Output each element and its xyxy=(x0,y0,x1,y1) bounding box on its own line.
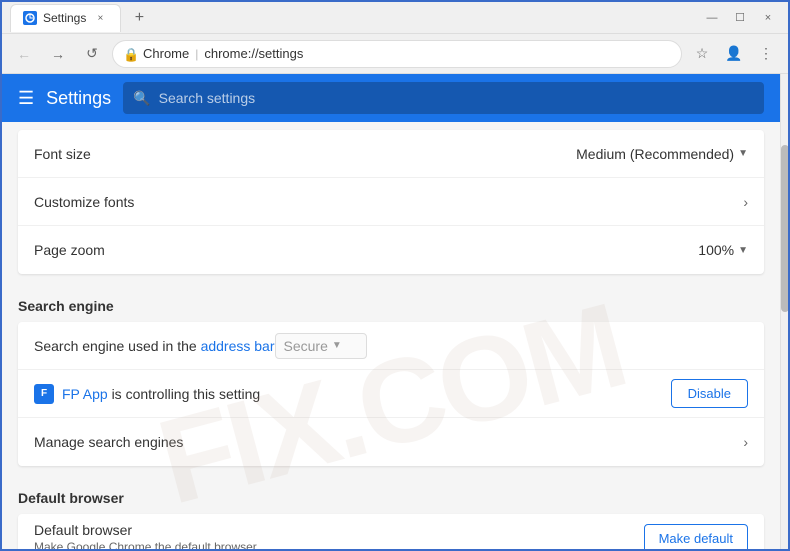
tab-favicon xyxy=(23,11,37,25)
url-path: chrome://settings xyxy=(204,46,303,61)
active-tab[interactable]: Settings × xyxy=(10,4,121,32)
page-zoom-chevron-icon: ▼ xyxy=(738,245,748,256)
url-divider: | xyxy=(195,47,198,61)
settings-page-title: Settings xyxy=(46,88,111,109)
page-zoom-value: 100% xyxy=(698,242,734,258)
search-engine-value-dropdown[interactable]: Secure ▼ xyxy=(275,333,367,359)
tab-close-btn[interactable]: × xyxy=(92,10,108,26)
tab-title: Settings xyxy=(43,11,86,25)
address-bar: ← → ↺ 🔒 Chrome | chrome://settings ☆ 👤 ⋮ xyxy=(2,34,788,74)
customize-fonts-arrow-icon: › xyxy=(743,194,748,210)
font-size-chevron-icon: ▼ xyxy=(738,148,748,159)
hamburger-menu-button[interactable]: ☰ xyxy=(18,88,34,109)
customize-fonts-label: Customize fonts xyxy=(34,194,743,210)
used-label-text: Search engine used in the xyxy=(34,338,197,354)
reload-button[interactable]: ↺ xyxy=(78,40,106,68)
font-size-label: Font size xyxy=(34,146,576,162)
settings-top-bar: ☰ Settings 🔍 xyxy=(2,74,780,122)
chrome-menu-button[interactable]: ⋮ xyxy=(752,40,780,68)
address-right-controls: ☆ 👤 ⋮ xyxy=(688,40,780,68)
url-site: Chrome xyxy=(143,46,189,61)
fp-app-text: FP App is controlling this setting xyxy=(62,386,260,402)
fp-app-icon: F xyxy=(34,384,54,404)
search-engine-chevron-icon: ▼ xyxy=(332,340,342,351)
fp-app-link[interactable]: FP App xyxy=(62,386,108,402)
font-size-row: Font size Medium (Recommended) ▼ xyxy=(18,130,764,178)
default-browser-description: Make Google Chrome the default browser xyxy=(34,540,644,549)
app-body: ☰ Settings 🔍 FIX.COM Font xyxy=(2,74,788,549)
page-zoom-dropdown[interactable]: 100% ▼ xyxy=(698,242,748,258)
maximize-button[interactable]: ☐ xyxy=(728,6,752,30)
search-engine-section: Search engine used in the address bar Se… xyxy=(18,322,764,466)
search-engine-used-row: Search engine used in the address bar Se… xyxy=(18,322,764,370)
address-bar-link[interactable]: address bar xyxy=(201,338,275,354)
title-bar: Settings × + — ☐ × xyxy=(2,2,788,34)
scrollbar-track[interactable] xyxy=(780,74,788,549)
bookmark-button[interactable]: ☆ xyxy=(688,40,716,68)
default-browser-title: Default browser xyxy=(34,522,644,538)
back-button[interactable]: ← xyxy=(10,40,38,68)
default-browser-section: Default browser Make Google Chrome the d… xyxy=(18,514,764,549)
window-frame: Settings × + — ☐ × ← → ↺ 🔒 Chrome | chro… xyxy=(0,0,790,551)
page-zoom-label: Page zoom xyxy=(34,242,698,258)
forward-button[interactable]: → xyxy=(44,40,72,68)
make-default-button[interactable]: Make default xyxy=(644,524,748,550)
font-size-value: Medium (Recommended) xyxy=(576,146,734,162)
content-wrapper: FIX.COM Font size Medium (Recommended) ▼ xyxy=(2,122,780,549)
minimize-button[interactable]: — xyxy=(700,6,724,30)
manage-search-engines-label: Manage search engines xyxy=(34,434,743,450)
profile-button[interactable]: 👤 xyxy=(720,40,748,68)
appearance-section: Font size Medium (Recommended) ▼ Customi… xyxy=(18,130,764,274)
main-content: FIX.COM Font size Medium (Recommended) ▼ xyxy=(2,122,780,549)
font-size-dropdown[interactable]: Medium (Recommended) ▼ xyxy=(576,146,748,162)
default-browser-row: Default browser Make Google Chrome the d… xyxy=(18,514,764,549)
page-zoom-row: Page zoom 100% ▼ xyxy=(18,226,764,274)
secure-icon: 🔒 xyxy=(123,47,137,61)
fp-app-controlling-text: is controlling this setting xyxy=(112,386,261,402)
url-bar[interactable]: 🔒 Chrome | chrome://settings xyxy=(112,40,682,68)
disable-button[interactable]: Disable xyxy=(671,379,748,408)
scrollbar-thumb[interactable] xyxy=(781,145,788,311)
settings-search-box[interactable]: 🔍 xyxy=(123,82,764,114)
close-button[interactable]: × xyxy=(756,6,780,30)
search-icon: 🔍 xyxy=(133,90,150,107)
fp-app-info: F FP App is controlling this setting xyxy=(34,384,671,404)
window-controls: — ☐ × xyxy=(700,6,780,30)
manage-search-engines-arrow-icon: › xyxy=(743,434,748,450)
search-engine-value-text: Secure xyxy=(284,338,328,354)
manage-search-engines-row[interactable]: Manage search engines › xyxy=(18,418,764,466)
search-engine-section-title: Search engine xyxy=(2,282,780,322)
title-bar-left: Settings × + xyxy=(10,4,700,32)
fp-app-row: F FP App is controlling this setting Dis… xyxy=(18,370,764,418)
search-engine-used-label: Search engine used in the address bar xyxy=(34,338,275,354)
default-browser-info: Default browser Make Google Chrome the d… xyxy=(34,522,644,549)
default-browser-section-title: Default browser xyxy=(2,474,780,514)
new-tab-button[interactable]: + xyxy=(127,6,151,30)
search-settings-input[interactable] xyxy=(159,90,754,106)
customize-fonts-row[interactable]: Customize fonts › xyxy=(18,178,764,226)
